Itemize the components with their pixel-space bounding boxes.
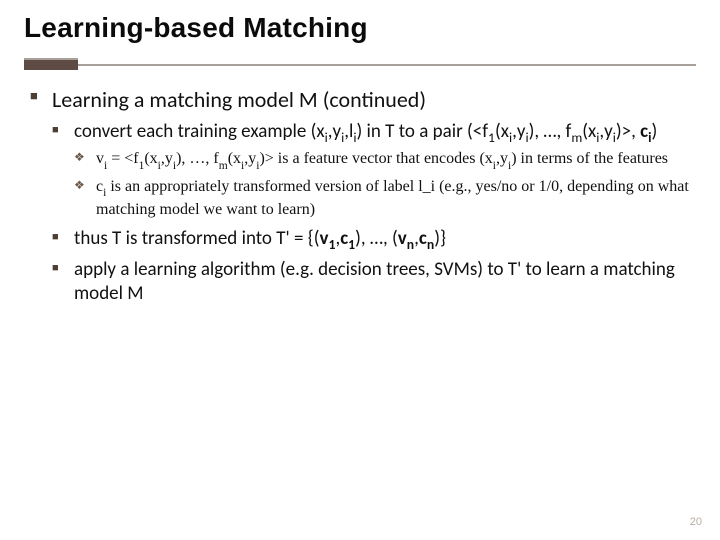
text-fragment: )} bbox=[434, 227, 446, 250]
subscript: 1 bbox=[139, 160, 145, 172]
rule-block bbox=[24, 58, 78, 70]
bold-fragment: c bbox=[419, 227, 427, 250]
bold-fragment: c bbox=[640, 120, 648, 143]
subscript: m bbox=[219, 160, 228, 172]
bold-subscript: 1 bbox=[348, 236, 355, 253]
bullet-list-lvl1: Learning a matching model M (continued) … bbox=[30, 86, 690, 306]
lvl1-text: Learning a matching model M (continued) bbox=[52, 86, 426, 113]
text-fragment: ), …, f bbox=[176, 150, 219, 167]
text-fragment: ) in terms of the features bbox=[511, 150, 668, 167]
bold-fragment: c bbox=[340, 227, 348, 250]
text-fragment: ,y bbox=[496, 150, 508, 167]
subscript: i bbox=[173, 160, 176, 172]
text-fragment: is an appropriately transformed version … bbox=[96, 178, 689, 218]
bold-subscript: n bbox=[407, 236, 414, 253]
text-fragment: thus T is transformed into T' = {( bbox=[74, 227, 320, 250]
bold-subscript: 1 bbox=[329, 236, 336, 253]
text-fragment: ,y bbox=[161, 150, 173, 167]
content-area: Learning a matching model M (continued) … bbox=[30, 86, 690, 306]
lvl2-item-convert: convert each training example (xi,yi,li)… bbox=[52, 120, 690, 221]
text-fragment: (x bbox=[582, 120, 596, 143]
subscript: i bbox=[241, 160, 244, 172]
text-fragment: ), …, ( bbox=[355, 227, 398, 250]
subscript: i bbox=[103, 187, 106, 199]
text-fragment: (x bbox=[495, 120, 509, 143]
subscript: i bbox=[596, 129, 599, 146]
slide-title: Learning-based Matching bbox=[24, 12, 696, 44]
text-fragment: )>, bbox=[616, 120, 640, 143]
subscript: i bbox=[493, 160, 496, 172]
subscript: i bbox=[525, 129, 528, 146]
lvl2-item-apply: apply a learning algorithm (e.g. decisio… bbox=[52, 258, 690, 306]
text-fragment: (x bbox=[144, 150, 157, 167]
subscript: i bbox=[508, 160, 511, 172]
rule-line bbox=[24, 64, 696, 66]
subscript: 1 bbox=[488, 129, 495, 146]
text-fragment: ) in T to a pair (<f bbox=[356, 120, 488, 143]
text-fragment: (x bbox=[228, 150, 241, 167]
subscript: i bbox=[613, 129, 616, 146]
bullet-list-lvl3: vi = <f1(xi,yi), …, fm(xi,yi)> is a feat… bbox=[74, 149, 690, 220]
subscript: i bbox=[341, 129, 344, 146]
text-fragment: ,y bbox=[244, 150, 256, 167]
text-fragment: = <f bbox=[107, 150, 138, 167]
lvl1-item: Learning a matching model M (continued) … bbox=[30, 86, 690, 306]
subscript: i bbox=[158, 160, 161, 172]
subscript: i bbox=[509, 129, 512, 146]
text-fragment: convert each training example (x bbox=[74, 120, 325, 143]
lvl3-item-ci: ci is an appropriately transformed versi… bbox=[74, 177, 690, 221]
text-fragment: ) bbox=[651, 120, 657, 143]
lvl3-item-vi: vi = <f1(xi,yi), …, fm(xi,yi)> is a feat… bbox=[74, 149, 690, 172]
bold-subscript: n bbox=[427, 236, 434, 253]
slide: Learning-based Matching Learning a match… bbox=[0, 0, 720, 540]
subscript: i bbox=[256, 160, 259, 172]
bold-fragment: v bbox=[320, 227, 329, 250]
bullet-list-lvl2: convert each training example (xi,yi,li)… bbox=[52, 120, 690, 306]
text-fragment: v bbox=[96, 150, 104, 167]
lvl2-text: apply a learning algorithm (e.g. decisio… bbox=[74, 258, 675, 305]
text-fragment: ), …, f bbox=[529, 120, 572, 143]
text-fragment: ,y bbox=[599, 120, 612, 143]
subscript: m bbox=[571, 129, 582, 146]
title-rule bbox=[24, 54, 696, 68]
subscript: i bbox=[325, 129, 328, 146]
lvl2-item-thus: thus T is transformed into T' = {(v1,c1)… bbox=[52, 227, 690, 253]
text-fragment: ,l bbox=[344, 120, 353, 143]
text-fragment: ,y bbox=[512, 120, 525, 143]
page-number: 20 bbox=[690, 516, 702, 528]
bold-subscript: i bbox=[648, 129, 651, 146]
bold-fragment: v bbox=[398, 227, 407, 250]
text-fragment: )> is a feature vector that encodes (x bbox=[259, 150, 492, 167]
text-fragment: ,y bbox=[328, 120, 341, 143]
subscript: i bbox=[104, 160, 107, 172]
